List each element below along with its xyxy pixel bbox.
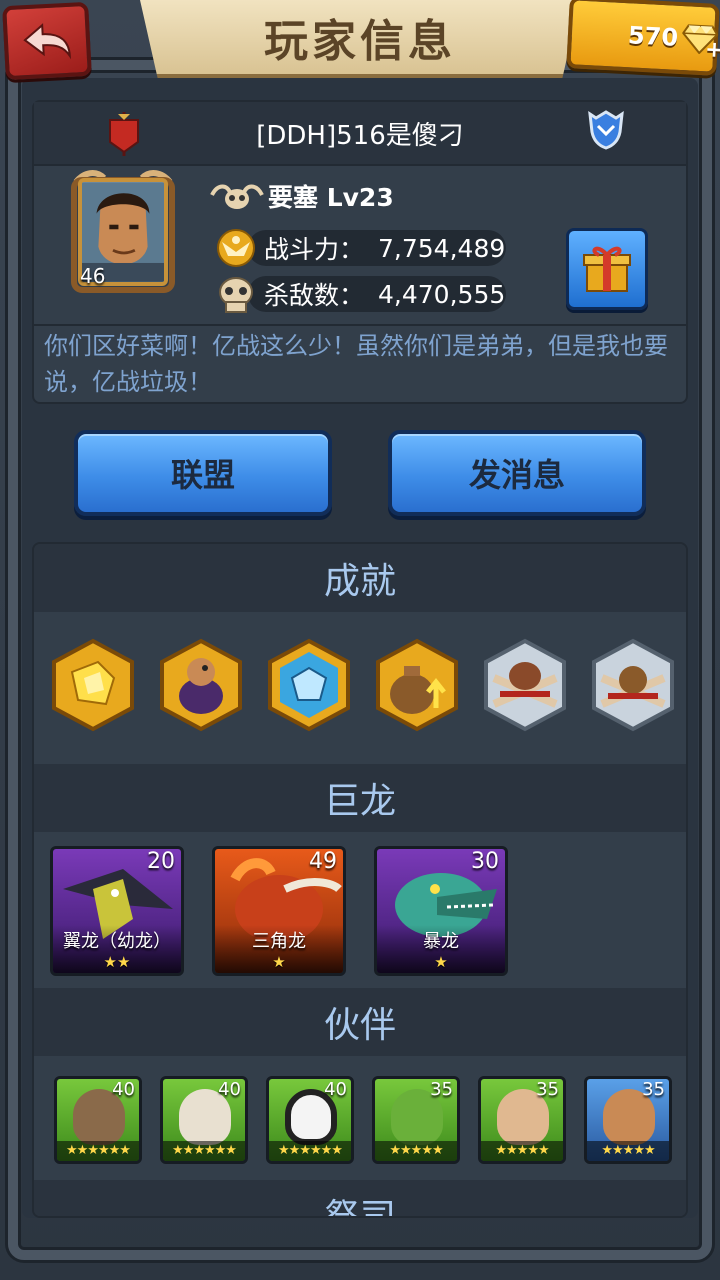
gift-button[interactable] (566, 228, 648, 310)
partner-level: 40 (112, 1079, 135, 1100)
gold-ice-dragon-badge-icon[interactable] (264, 638, 354, 732)
achievements-title: 成就 (323, 561, 396, 602)
gem-count: 570 (627, 21, 679, 52)
send-message-button-label: 发消息 (468, 456, 565, 494)
skull-kills-icon (219, 277, 253, 313)
dragons-title: 巨龙 (323, 781, 396, 822)
alliance-shield-icon (588, 110, 624, 150)
dragon-stars: ★ (272, 953, 286, 971)
player-motto: 你们区好菜啊！亿战这么少！虽然你们是弟弟，但是我也要说，亿战垃圾！ (44, 332, 668, 396)
dragons-list: 20 翼龙（幼龙） ★★ 49 三角龙 ★ 30 暴龙 ★ (34, 832, 686, 988)
partner-level: 40 (324, 1079, 347, 1100)
gift-icon (583, 246, 631, 292)
gem-counter[interactable]: 570 + (566, 0, 720, 76)
dragon-stars: ★★ (103, 953, 131, 971)
phoenix-power-icon (217, 229, 255, 267)
priests-header: 祭司 (34, 1180, 686, 1218)
partner-card[interactable]: 35 ★★★★★ (372, 1076, 460, 1164)
dragon-name: 三角龙 (252, 931, 306, 952)
add-gems-icon[interactable]: + (704, 37, 720, 63)
diamond-icon: + (681, 23, 720, 63)
dragon-name: 暴龙 (423, 931, 459, 952)
silver-skull-badge-icon[interactable] (480, 638, 570, 732)
kills-label: 杀敌数： (264, 281, 365, 310)
player-avatar[interactable]: 46 (70, 168, 176, 294)
gold-egg-badge-icon[interactable] (156, 638, 246, 732)
partner-stars: ★★★★★★ (269, 1141, 351, 1161)
achievements-header: 成就 (34, 544, 686, 612)
partner-level: 35 (642, 1079, 665, 1100)
dragon-name: 翼龙（幼龙） (63, 931, 171, 952)
partner-level: 35 (430, 1079, 453, 1100)
title-banner: 玩家信息 (140, 0, 580, 78)
priests-title: 祭司 (323, 1197, 396, 1218)
partner-level: 35 (536, 1079, 559, 1100)
dragon-card[interactable]: 20 翼龙（幼龙） ★★ (50, 846, 184, 976)
back-button[interactable] (2, 1, 92, 81)
partners-title: 伙伴 (323, 1005, 396, 1046)
dragon-level: 49 (309, 849, 337, 874)
partner-level: 40 (218, 1079, 241, 1100)
partner-stars: ★★★★★ (587, 1141, 669, 1161)
fortress-row: 要塞 Lv23 (210, 178, 394, 214)
partner-card[interactable]: 35 ★★★★★ (584, 1076, 672, 1164)
power-value: 7,754,489 (378, 233, 506, 263)
page-title: 玩家信息 (264, 16, 456, 67)
gold-bag-badge-icon[interactable] (372, 638, 462, 732)
dragon-level: 20 (147, 849, 175, 874)
dragon-stars: ★ (434, 953, 448, 971)
alliance-button-label: 联盟 (170, 456, 235, 494)
back-arrow-icon (23, 23, 71, 60)
silver-bag-badge-icon[interactable] (588, 638, 678, 732)
dragon-level: 30 (471, 849, 499, 874)
partner-card[interactable]: 40 ★★★★★★ (266, 1076, 354, 1164)
partner-stars: ★★★★★ (481, 1141, 563, 1161)
dragon-card[interactable]: 30 暴龙 ★ (374, 846, 508, 976)
partners-header: 伙伴 (34, 988, 686, 1056)
power-row: 战斗力： 7,754,489 (214, 228, 505, 268)
gold-crystal-badge-icon[interactable] (48, 638, 138, 732)
banner-flag-icon (109, 112, 139, 156)
player-name: [DDH]516是傻刁 (256, 120, 464, 151)
divider (34, 324, 686, 326)
profile-sections[interactable]: 成就 巨龙 20 翼龙（幼龙） ★★ 49 三角龙 ★ 30 暴龙 ★ 伙伴 4… (32, 542, 688, 1218)
partners-list: 40 ★★★★★★ 40 ★★★★★★ 40 ★★★★★★ 35 ★★★★★ 3… (34, 1056, 686, 1180)
avatar-level: 46 (80, 264, 106, 288)
partner-stars: ★★★★★★ (57, 1141, 139, 1161)
dragons-header: 巨龙 (34, 764, 686, 832)
kills-row: 杀敌数： 4,470,555 (214, 274, 505, 314)
kills-value: 4,470,555 (378, 279, 506, 309)
partner-stars: ★★★★★★ (163, 1141, 245, 1161)
name-bar: [DDH]516是傻刁 (34, 102, 686, 166)
achievements-list (34, 612, 686, 764)
partner-card[interactable]: 35 ★★★★★ (478, 1076, 566, 1164)
fortress-level: 要塞 Lv23 (268, 183, 394, 212)
send-message-button[interactable]: 发消息 (388, 430, 646, 516)
alliance-button[interactable]: 联盟 (74, 430, 332, 516)
partner-card[interactable]: 40 ★★★★★★ (160, 1076, 248, 1164)
player-card: [DDH]516是傻刁 46 要塞 Lv23 战斗力： 7,754,489 杀敌… (32, 100, 688, 404)
skull-horns-icon (210, 184, 264, 209)
partner-card[interactable]: 40 ★★★★★★ (54, 1076, 142, 1164)
dragon-card[interactable]: 49 三角龙 ★ (212, 846, 346, 976)
power-label: 战斗力： (264, 235, 365, 264)
partner-stars: ★★★★★ (375, 1141, 457, 1161)
